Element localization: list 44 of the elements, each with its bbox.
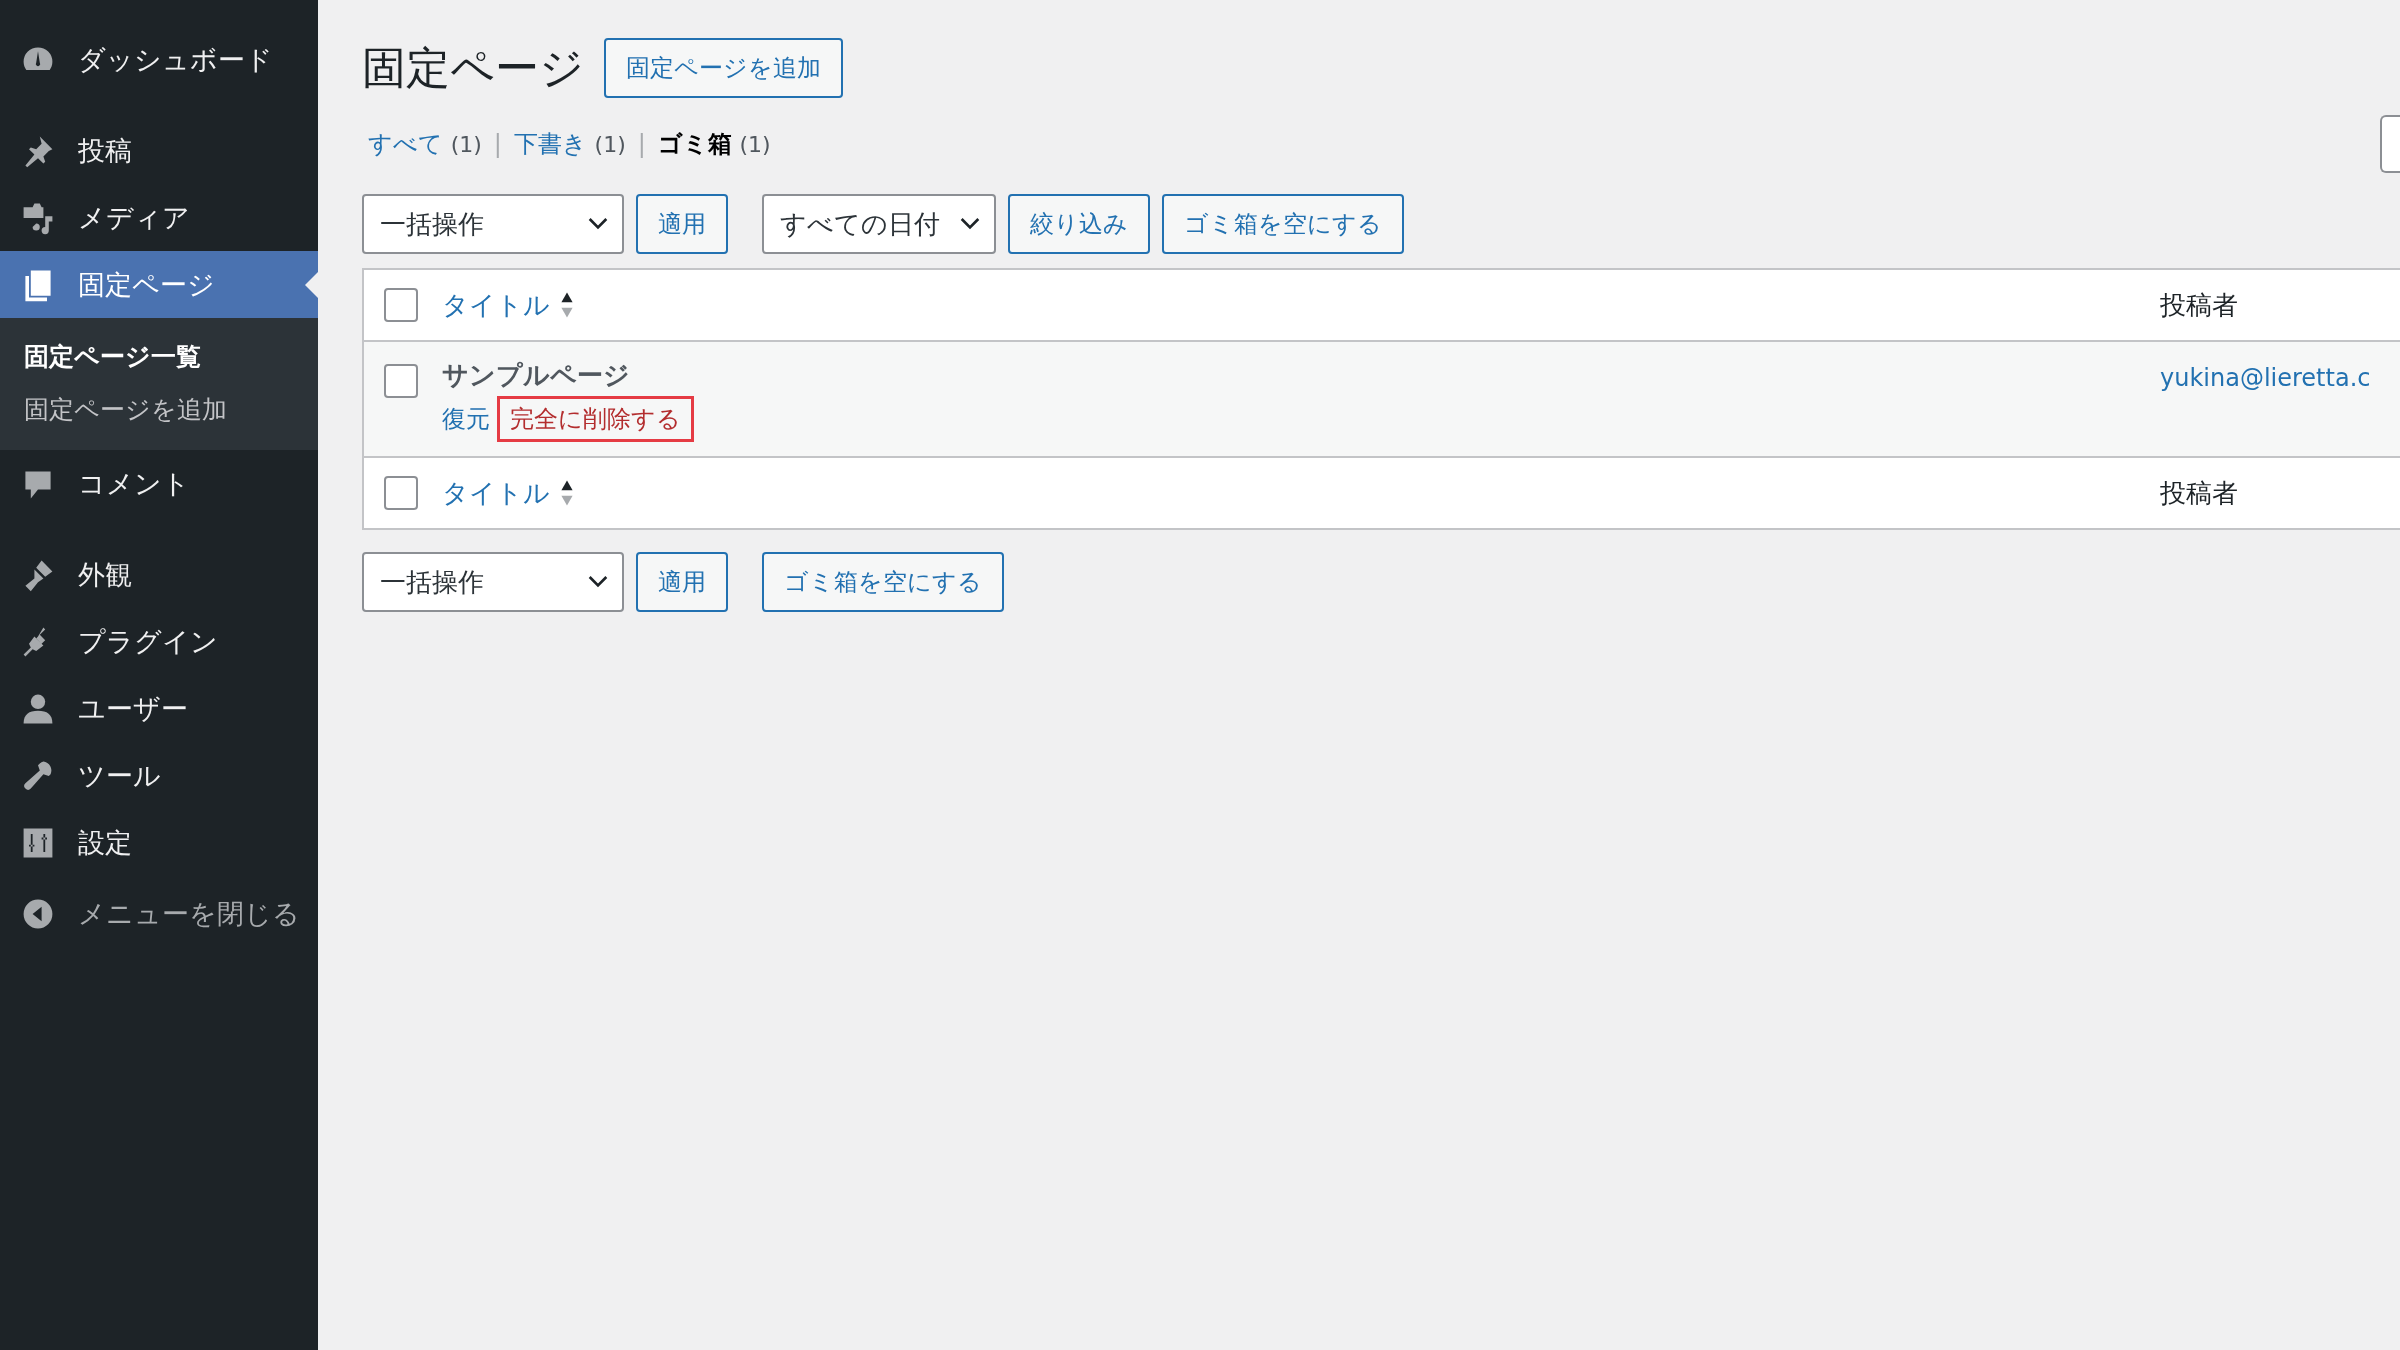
bulk-action-select[interactable]: 一括操作 [362, 552, 624, 612]
empty-trash-button[interactable]: ゴミ箱を空にする [762, 552, 1004, 612]
sidebar-item[interactable]: 設定 [0, 809, 318, 876]
separator: | [493, 130, 502, 158]
sidebar-item[interactable]: プラグイン [0, 608, 318, 675]
page-title: 固定ページ [362, 40, 584, 95]
chevron-down-icon [588, 575, 608, 589]
chevron-down-icon [588, 217, 608, 231]
sidebar-item[interactable]: ユーザー [0, 675, 318, 742]
restore-link[interactable]: 復元 [442, 399, 490, 439]
page-title-cell-text: サンプルページ [442, 359, 630, 392]
submenu-item[interactable]: 固定ページ一覧 [0, 330, 225, 383]
sidebar-item[interactable]: コメント [0, 450, 318, 517]
current-pointer-icon [305, 271, 318, 298]
sidebar-item[interactable]: 固定ページ [0, 251, 318, 318]
view-filter-link[interactable]: ゴミ箱 (1) [657, 128, 771, 160]
apply-button[interactable]: 適用 [636, 194, 728, 254]
author-link[interactable]: yukina@lieretta.c [2160, 364, 2400, 392]
select-all-checkbox[interactable] [384, 476, 418, 510]
add-page-button[interactable]: 固定ページを追加 [604, 38, 843, 98]
search-field[interactable] [2380, 115, 2400, 173]
column-heading-text: 投稿者 [2160, 476, 2238, 510]
select-all-checkbox[interactable] [384, 288, 418, 322]
separator: | [637, 130, 646, 158]
sortable-column-header[interactable]: タイトル [442, 475, 550, 511]
bulk-action-select[interactable]: 一括操作 [362, 194, 624, 254]
delete-permanently-link[interactable]: 完全に削除する [500, 399, 691, 439]
view-filter-link[interactable]: 下書き (1) [513, 128, 626, 160]
chevron-down-icon [960, 217, 980, 231]
view-filter-link[interactable]: すべて (1) [368, 128, 482, 160]
sidebar-item[interactable]: ツール [0, 742, 318, 809]
empty-trash-button[interactable]: ゴミ箱を空にする [1162, 194, 1404, 254]
apply-button[interactable]: 適用 [636, 552, 728, 612]
submenu-item[interactable]: 固定ページを追加 [0, 383, 251, 436]
row-checkbox[interactable] [384, 364, 418, 398]
filter-button[interactable]: 絞り込み [1008, 194, 1150, 254]
sidebar-item[interactable]: メディア [0, 184, 318, 251]
sidebar-item[interactable]: 外観 [0, 541, 318, 608]
sortable-column-header[interactable]: タイトル [442, 287, 550, 323]
column-heading-text: 投稿者 [2160, 288, 2238, 322]
date-filter-select[interactable]: すべての日付 [762, 194, 996, 254]
sidebar-item[interactable]: 投稿 [0, 117, 318, 184]
sidebar-item[interactable]: メニューを閉じる [0, 880, 318, 947]
sidebar-item[interactable]: ダッシュボード [0, 26, 318, 93]
